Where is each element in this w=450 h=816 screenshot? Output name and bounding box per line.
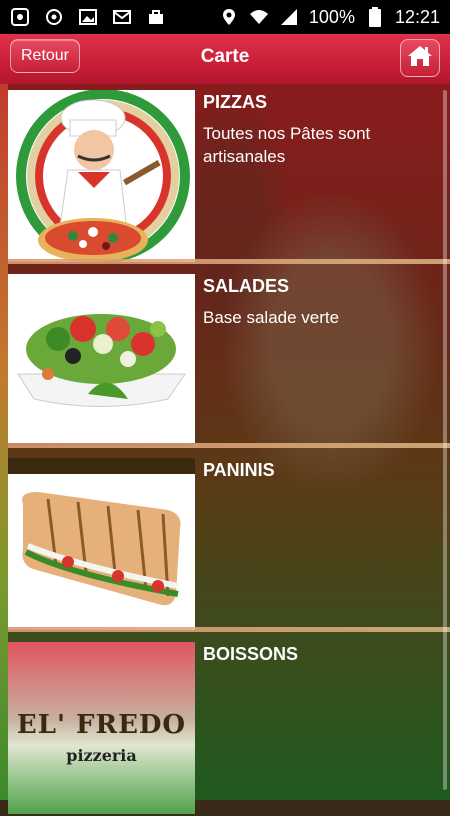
bag-icon bbox=[146, 8, 166, 26]
gallery-icon bbox=[78, 8, 98, 26]
menu-item-salades[interactable]: SALADES Base salade verte bbox=[0, 268, 450, 448]
pizza-chef-image bbox=[8, 90, 195, 262]
clock: 12:21 bbox=[394, 6, 440, 27]
mail-icon bbox=[112, 8, 132, 26]
salad-image bbox=[8, 274, 195, 446]
menu-item-paninis[interactable]: PANINIS bbox=[0, 452, 450, 632]
location-icon bbox=[219, 8, 239, 26]
signal-icon bbox=[279, 8, 299, 26]
sync-icon bbox=[44, 8, 64, 26]
status-bar: 100% 12:21 bbox=[0, 0, 450, 34]
menu-item-description: Toutes nos Pâtes sont artisanales bbox=[203, 124, 371, 166]
menu-item-title: SALADES bbox=[203, 276, 290, 296]
menu-item-title: PIZZAS bbox=[203, 92, 268, 112]
scrollbar[interactable] bbox=[443, 90, 447, 790]
page-title: Carte bbox=[200, 46, 250, 67]
menu-item-title: PANINIS bbox=[203, 460, 275, 480]
panini-image bbox=[8, 458, 195, 630]
wifi-icon bbox=[249, 8, 269, 26]
logo-subtitle-text: pizzeria bbox=[66, 746, 137, 765]
app-bar: Retour Carte bbox=[0, 34, 450, 84]
home-icon bbox=[407, 44, 433, 73]
menu-list: PIZZAS Toutes nos Pâtes sont artisanales… bbox=[0, 84, 450, 814]
logo-brand-text: EL' FREDO bbox=[16, 710, 187, 740]
battery-percent: 100% bbox=[308, 6, 355, 27]
el-fredo-logo: EL' FREDO pizzeria bbox=[8, 642, 195, 814]
home-button[interactable] bbox=[400, 39, 440, 77]
menu-item-description: Base salade verte bbox=[203, 308, 340, 327]
battery-icon bbox=[365, 7, 385, 27]
menu-item-pizzas[interactable]: PIZZAS Toutes nos Pâtes sont artisanales bbox=[0, 84, 450, 264]
menu-item-title: BOISSONS bbox=[203, 644, 299, 664]
notification-icons bbox=[0, 8, 166, 26]
app-notification-icon bbox=[10, 8, 30, 26]
menu-item-boissons[interactable]: EL' FREDO pizzeria BOISSONS bbox=[0, 636, 450, 816]
